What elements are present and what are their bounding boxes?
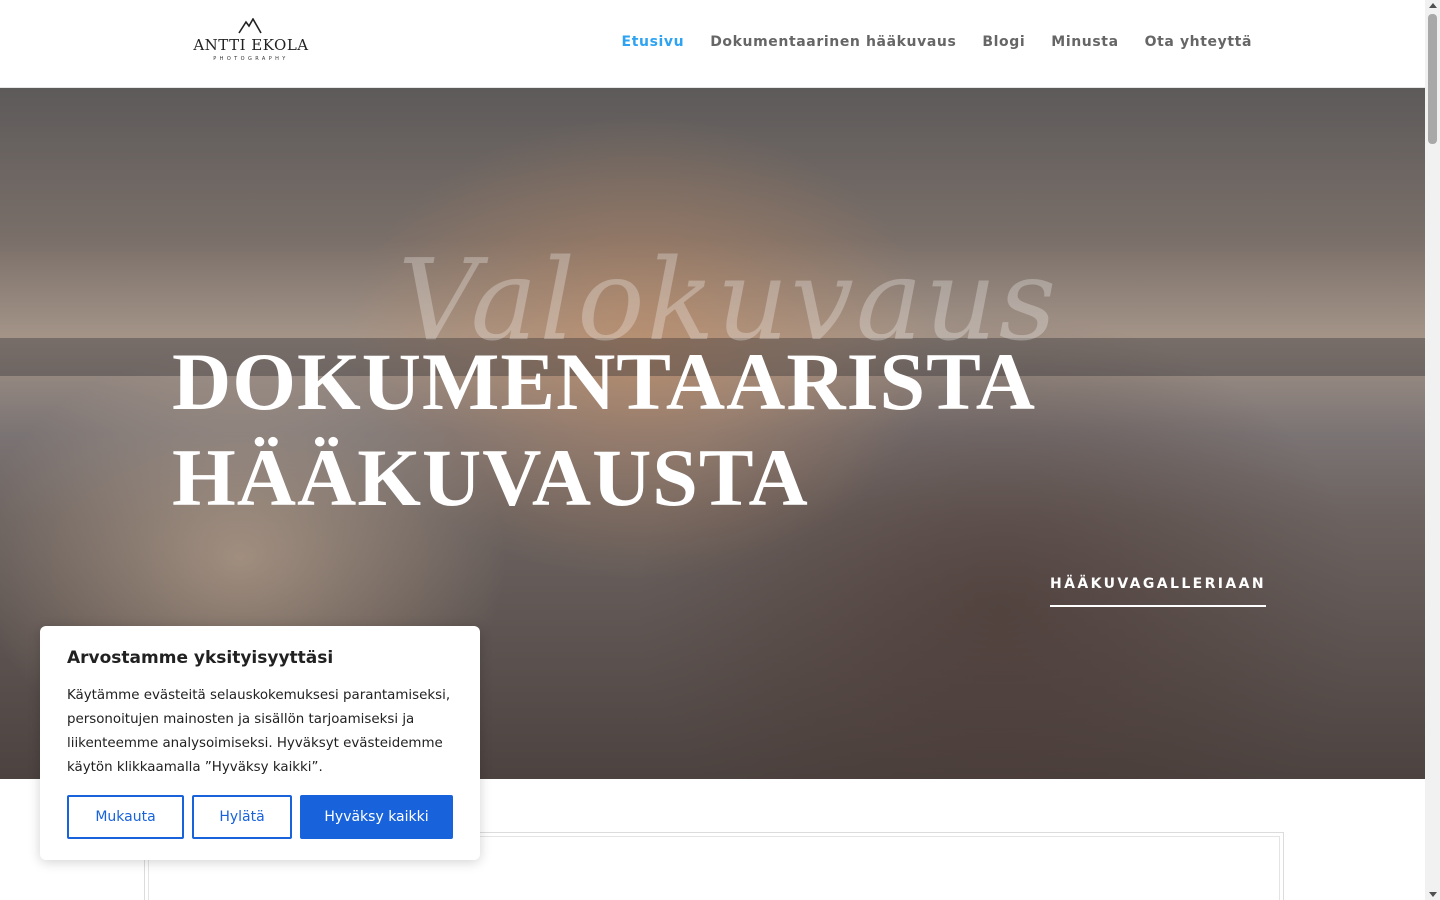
logo-subtitle: PHOTOGRAPHY [213, 56, 289, 62]
main-navigation: Etusivu Dokumentaarinen hääkuvaus Blogi … [622, 34, 1252, 50]
scrollbar-thumb[interactable] [1428, 14, 1437, 144]
site-logo[interactable]: ANTTI EKOLA PHOTOGRAPHY [192, 18, 312, 66]
scroll-up-arrow-icon[interactable] [1429, 3, 1437, 8]
nav-link-minusta[interactable]: Minusta [1051, 34, 1118, 50]
scroll-down-arrow-icon[interactable] [1429, 892, 1437, 897]
accept-all-button[interactable]: Hyväksy kaikki [300, 795, 453, 839]
mountain-logo-icon [238, 18, 262, 34]
cookie-title: Arvostamme yksityisyyttäsi [67, 648, 334, 668]
reject-button[interactable]: Hylätä [192, 795, 292, 839]
customize-button[interactable]: Mukauta [67, 795, 184, 839]
hero-title-line-1: DOKUMENTAARISTA [172, 336, 1036, 427]
logo-name: ANTTI EKOLA [193, 36, 309, 54]
page-scrollbar[interactable] [1425, 0, 1440, 900]
nav-link-ota-yhteytta[interactable]: Ota yhteyttä [1145, 34, 1252, 50]
cookie-consent-banner: Arvostamme yksityisyyttäsi Käytämme eväs… [40, 626, 480, 860]
hero-title: DOKUMENTAARISTA HÄÄKUVAUSTA [172, 334, 1036, 526]
hero-title-line-2: HÄÄKUVAUSTA [172, 432, 809, 523]
gallery-link-button[interactable]: HÄÄKUVAGALLERIAAN [1050, 576, 1266, 607]
nav-link-dokumentaarinen-haakuvaus[interactable]: Dokumentaarinen hääkuvaus [710, 34, 956, 50]
site-header: ANTTI EKOLA PHOTOGRAPHY Etusivu Dokument… [0, 0, 1425, 88]
nav-link-blogi[interactable]: Blogi [982, 34, 1025, 50]
cookie-description: Käytämme evästeitä selauskokemuksesi par… [67, 688, 451, 775]
nav-link-etusivu[interactable]: Etusivu [622, 34, 685, 50]
